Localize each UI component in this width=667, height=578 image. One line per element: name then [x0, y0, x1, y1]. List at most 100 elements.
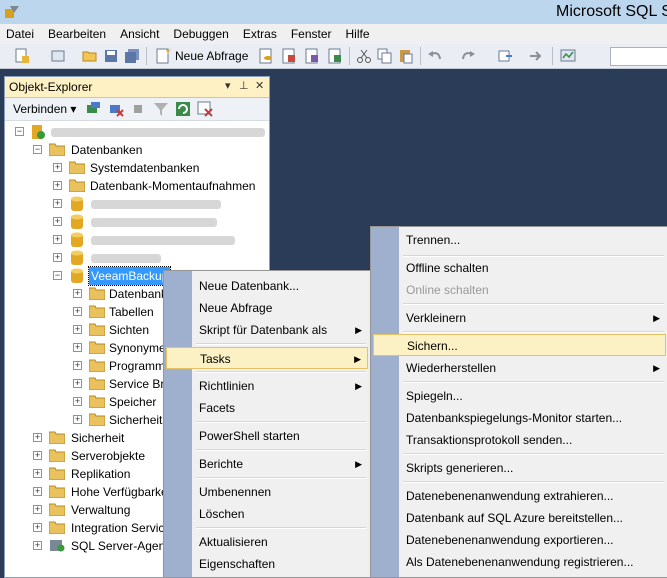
navigate-forward-icon[interactable] [527, 48, 543, 64]
menu-item-shrink[interactable]: Verkleinern ▶ [373, 307, 666, 329]
expand-toggle[interactable]: + [73, 397, 82, 406]
database-engine-query-icon[interactable] [258, 48, 274, 64]
database-node[interactable]: + [5, 231, 269, 249]
menu-item-mirroring-monitor[interactable]: Datenbankspiegelungs-Monitor starten... [373, 407, 666, 429]
disconnect-icon[interactable] [108, 101, 124, 117]
expand-toggle[interactable]: + [33, 505, 42, 514]
menu-edit[interactable]: Bearbeiten [41, 25, 113, 43]
new-query-button[interactable]: Neue Abfrage [155, 47, 248, 65]
database-node[interactable]: + [5, 195, 269, 213]
cut-icon[interactable] [356, 48, 372, 64]
menu-item-export-dac[interactable]: Datenebenenanwendung exportieren... [373, 529, 666, 551]
expand-toggle[interactable]: + [33, 469, 42, 478]
window-title: Microsoft SQL Se [556, 3, 667, 20]
database-node[interactable]: + [5, 249, 269, 267]
menu-debug[interactable]: Debuggen [166, 25, 235, 43]
collapse-all-icon[interactable] [197, 101, 213, 117]
ssms-app-icon[interactable] [4, 4, 20, 20]
xmla-query-icon[interactable] [327, 48, 343, 64]
menu-view[interactable]: Ansicht [113, 25, 166, 43]
menu-item-refresh[interactable]: Aktualisieren [166, 531, 368, 553]
solution-configuration-combo[interactable] [610, 47, 667, 66]
menu-item-facets[interactable]: Facets [166, 397, 368, 419]
expand-toggle[interactable]: + [33, 487, 42, 496]
copy-icon[interactable] [377, 48, 393, 64]
menu-item-policies[interactable]: Richtlinien ▶ [166, 375, 368, 397]
menu-item-new-database[interactable]: Neue Datenbank... [166, 275, 368, 297]
menu-item-register-dac[interactable]: Als Datenebenenanwendung registrieren... [373, 551, 666, 573]
expand-toggle[interactable]: + [73, 379, 82, 388]
menu-item-label: Als Datenebenenanwendung registrieren... [406, 555, 634, 569]
connect-dropdown[interactable]: Verbinden ▾ [13, 102, 76, 116]
expand-toggle[interactable]: + [53, 181, 62, 190]
redo-icon[interactable] [460, 48, 476, 64]
expand-toggle[interactable]: + [53, 217, 62, 226]
expand-toggle[interactable]: + [33, 541, 42, 550]
refresh-icon[interactable] [175, 101, 191, 117]
close-panel-icon[interactable]: ✕ [255, 79, 264, 92]
undo-icon[interactable] [427, 48, 443, 64]
menu-item-script-database[interactable]: Skript für Datenbank als ▶ [166, 319, 368, 341]
collapse-toggle[interactable]: − [15, 127, 24, 136]
title-bar: Microsoft SQL Se [0, 0, 667, 24]
expand-toggle[interactable]: + [73, 307, 82, 316]
menu-help[interactable]: Hilfe [339, 25, 377, 43]
filter-icon[interactable] [153, 101, 169, 117]
menu-item-delete[interactable]: Löschen [166, 503, 368, 525]
expand-toggle[interactable]: + [53, 199, 62, 208]
open-file-icon[interactable] [82, 48, 98, 64]
expand-toggle[interactable]: + [53, 235, 62, 244]
menu-item-detach[interactable]: Trennen... [373, 229, 666, 251]
sql-agent-icon [50, 540, 65, 552]
activity-monitor-icon[interactable] [560, 48, 576, 64]
save-all-icon[interactable] [124, 48, 140, 64]
menu-item-tasks[interactable]: Tasks ▶ [166, 347, 368, 369]
collapse-toggle[interactable]: − [33, 145, 42, 154]
paste-icon[interactable] [398, 48, 414, 64]
expand-toggle[interactable]: + [73, 325, 82, 334]
auto-hide-pin-icon[interactable]: ⊥ [239, 79, 249, 92]
new-project-icon[interactable] [14, 48, 30, 64]
menu-item-powershell[interactable]: PowerShell starten [166, 425, 368, 447]
menu-window[interactable]: Fenster [284, 25, 339, 43]
menu-tools[interactable]: Extras [236, 25, 284, 43]
window-position-dropdown-icon[interactable]: ▾ [225, 79, 231, 92]
expand-toggle[interactable]: + [73, 289, 82, 298]
menu-item-generate-scripts[interactable]: Skripts generieren... [373, 457, 666, 479]
menu-item-restore[interactable]: Wiederherstellen ▶ [373, 357, 666, 379]
menu-item-reports[interactable]: Berichte ▶ [166, 453, 368, 475]
expand-toggle[interactable]: + [33, 451, 42, 460]
mdx-query-icon[interactable] [304, 48, 320, 64]
server-node[interactable]: − [5, 123, 269, 141]
menu-item-rename[interactable]: Umbenennen [166, 481, 368, 503]
menu-item-new-query[interactable]: Neue Abfrage [166, 297, 368, 319]
menu-item-back-up[interactable]: Sichern... [373, 334, 666, 356]
collapse-toggle[interactable]: − [53, 271, 62, 280]
menu-item-properties[interactable]: Eigenschaften [166, 553, 368, 575]
analysis-query-icon[interactable] [281, 48, 297, 64]
database-node[interactable]: + [5, 213, 269, 231]
database-name-obscured [91, 218, 217, 227]
expand-toggle[interactable]: + [73, 343, 82, 352]
expand-toggle[interactable]: + [53, 253, 62, 262]
menu-item-take-offline[interactable]: Offline schalten [373, 257, 666, 279]
menu-separator [196, 371, 366, 373]
save-icon[interactable] [103, 48, 119, 64]
expand-toggle[interactable]: + [33, 433, 42, 442]
expand-toggle[interactable]: + [73, 415, 82, 424]
snapshots-label: Datenbank-Momentaufnahmen [90, 179, 256, 193]
expand-toggle[interactable]: + [33, 523, 42, 532]
stop-icon[interactable] [132, 103, 144, 115]
menu-item-ship-logs[interactable]: Transaktionsprotokoll senden... [373, 429, 666, 451]
menu-item-label: Datenebenenanwendung exportieren... [406, 533, 614, 547]
object-explorer-header: Objekt-Explorer ▾ ⊥ ✕ [5, 77, 269, 98]
add-item-icon[interactable] [50, 48, 66, 64]
menu-file[interactable]: Datei [0, 25, 41, 43]
connect-object-explorer-icon[interactable] [85, 101, 101, 117]
expand-toggle[interactable]: + [53, 163, 62, 172]
navigate-backward-icon[interactable] [497, 48, 513, 64]
expand-toggle[interactable]: + [73, 361, 82, 370]
menu-item-mirror[interactable]: Spiegeln... [373, 385, 666, 407]
menu-item-deploy-azure[interactable]: Datenbank auf SQL Azure bereitstellen... [373, 507, 666, 529]
menu-item-extract-dac[interactable]: Datenebenenanwendung extrahieren... [373, 485, 666, 507]
